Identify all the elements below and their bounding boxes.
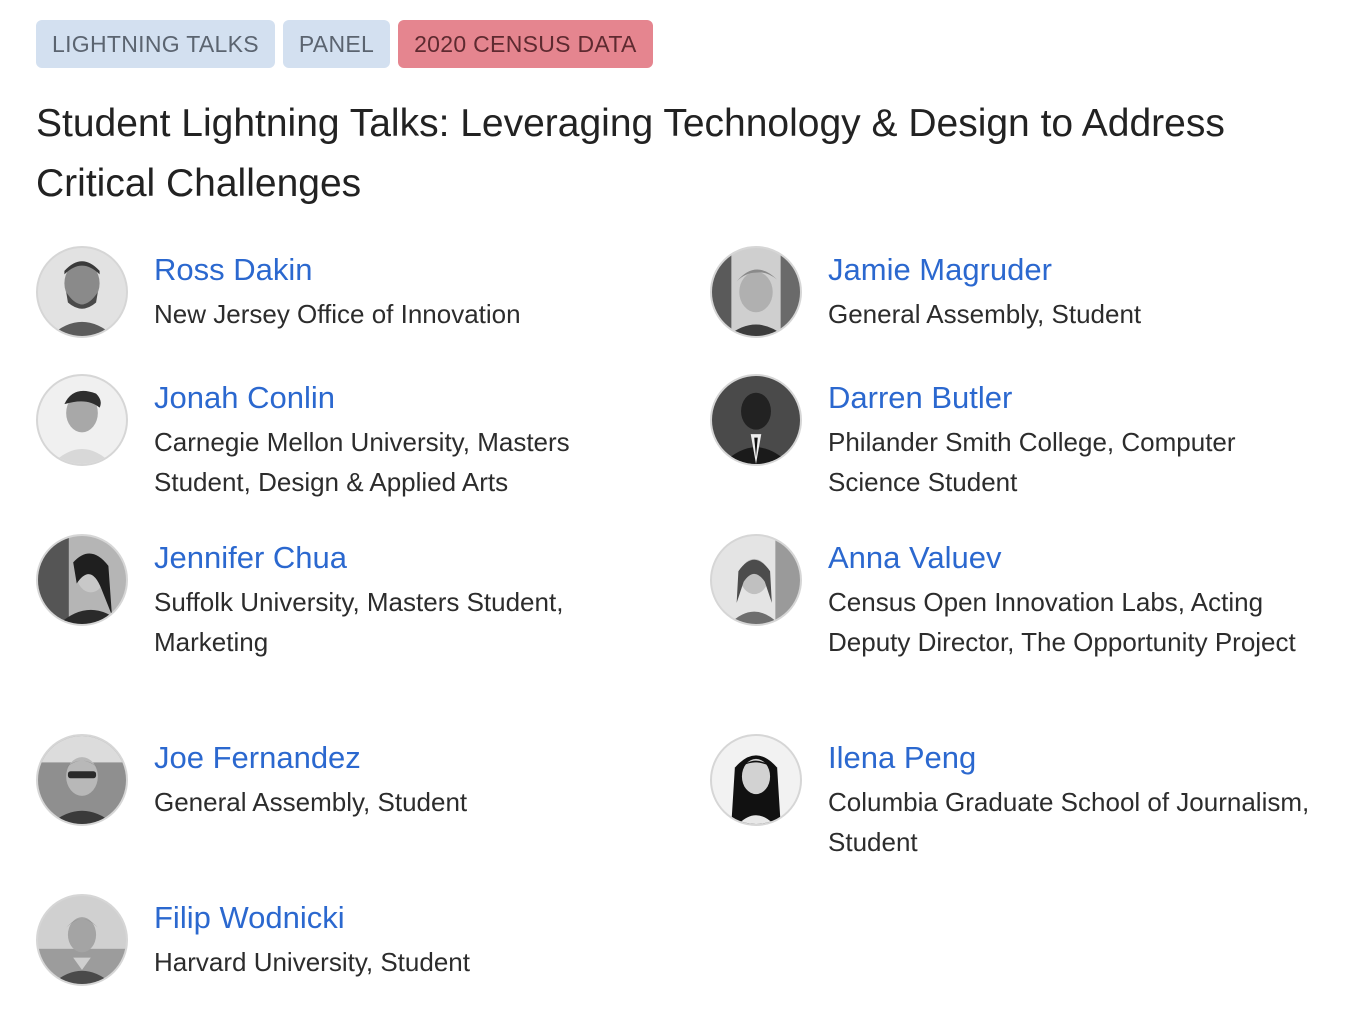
avatar[interactable] [36,246,128,338]
speaker-name-link[interactable]: Jonah Conlin [154,380,644,416]
avatar[interactable] [710,534,802,626]
speaker-card: Joe Fernandez General Assembly, Student [36,734,644,826]
speaker-card: Filip Wodnicki Harvard University, Stude… [36,894,644,986]
speaker-list: Ross Dakin New Jersey Office of Innovati… [36,246,1336,1006]
speaker-name-link[interactable]: Anna Valuev [828,540,1318,576]
avatar[interactable] [36,734,128,826]
tag-list: LIGHTNING TALKS PANEL 2020 CENSUS DATA [36,20,653,68]
session-title: Student Lightning Talks: Leveraging Tech… [36,102,1225,205]
speaker-name-link[interactable]: Jennifer Chua [154,540,644,576]
speaker-card: Ross Dakin New Jersey Office of Innovati… [36,246,644,338]
speaker-affiliation: Philander Smith College, Computer Scienc… [828,427,1236,497]
speaker-affiliation: Harvard University, Student [154,947,470,977]
speaker-card: Jonah Conlin Carnegie Mellon University,… [36,374,644,502]
speaker-name-link[interactable]: Filip Wodnicki [154,900,644,936]
speaker-card: Jamie Magruder General Assembly, Student [710,246,1318,338]
speaker-affiliation: Suffolk University, Masters Student, Mar… [154,587,564,657]
avatar[interactable] [36,534,128,626]
tag-2020-census-data[interactable]: 2020 CENSUS DATA [398,20,653,68]
tag-panel[interactable]: PANEL [282,20,391,68]
speaker-card: Anna Valuev Census Open Innovation Labs,… [710,534,1318,662]
avatar[interactable] [36,894,128,986]
speaker-affiliation: Columbia Graduate School of Journalism, … [828,787,1310,857]
speaker-name-link[interactable]: Ilena Peng [828,740,1318,776]
speaker-card: Jennifer Chua Suffolk University, Master… [36,534,644,662]
speaker-affiliation: Census Open Innovation Labs, Acting Depu… [828,587,1296,657]
speaker-affiliation: New Jersey Office of Innovation [154,299,521,329]
avatar[interactable] [710,734,802,826]
speaker-name-link[interactable]: Ross Dakin [154,252,644,288]
tag-lightning-talks[interactable]: LIGHTNING TALKS [36,20,275,68]
speaker-card: Darren Butler Philander Smith College, C… [710,374,1318,502]
avatar[interactable] [36,374,128,466]
speaker-affiliation: Carnegie Mellon University, Masters Stud… [154,427,570,497]
speaker-name-link[interactable]: Darren Butler [828,380,1318,416]
avatar[interactable] [710,374,802,466]
speaker-card: Ilena Peng Columbia Graduate School of J… [710,734,1318,862]
avatar[interactable] [710,246,802,338]
speaker-affiliation: General Assembly, Student [154,787,468,817]
speaker-name-link[interactable]: Joe Fernandez [154,740,644,776]
speaker-name-link[interactable]: Jamie Magruder [828,252,1318,288]
speaker-affiliation: General Assembly, Student [828,299,1142,329]
